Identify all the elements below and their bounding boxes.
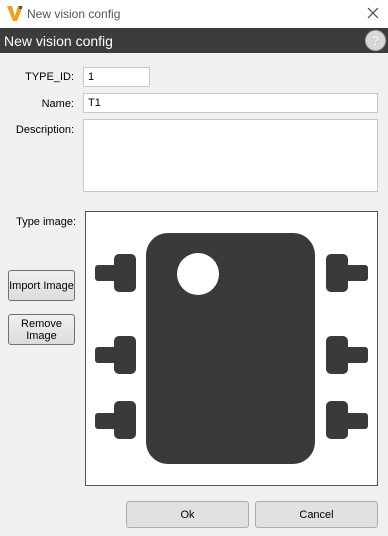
import-image-button[interactable]: Import Image <box>8 270 75 301</box>
cancel-button[interactable]: Cancel <box>255 501 378 528</box>
help-button[interactable]: ? <box>365 30 386 51</box>
window-title: New vision config <box>27 7 121 21</box>
description-label: Description: <box>15 124 74 136</box>
type-id-input[interactable] <box>83 67 150 87</box>
dialog-header: New vision config ? <box>0 28 388 53</box>
close-button[interactable] <box>362 3 384 23</box>
name-label: Name: <box>41 98 74 110</box>
remove-image-button[interactable]: Remove Image <box>8 314 75 345</box>
ic-chip-icon <box>95 233 368 464</box>
type-image-label: Type image: <box>16 216 76 228</box>
dialog-title: New vision config <box>4 33 113 49</box>
name-input[interactable] <box>83 93 378 113</box>
ok-button[interactable]: Ok <box>126 501 249 528</box>
app-logo-icon <box>7 6 23 21</box>
type-id-label: TYPE_ID: <box>25 71 74 83</box>
window-titlebar: New vision config <box>0 0 388 28</box>
help-icon: ? <box>371 33 380 48</box>
close-icon <box>367 7 379 19</box>
description-textarea[interactable] <box>83 119 378 192</box>
type-image-preview <box>85 211 378 486</box>
